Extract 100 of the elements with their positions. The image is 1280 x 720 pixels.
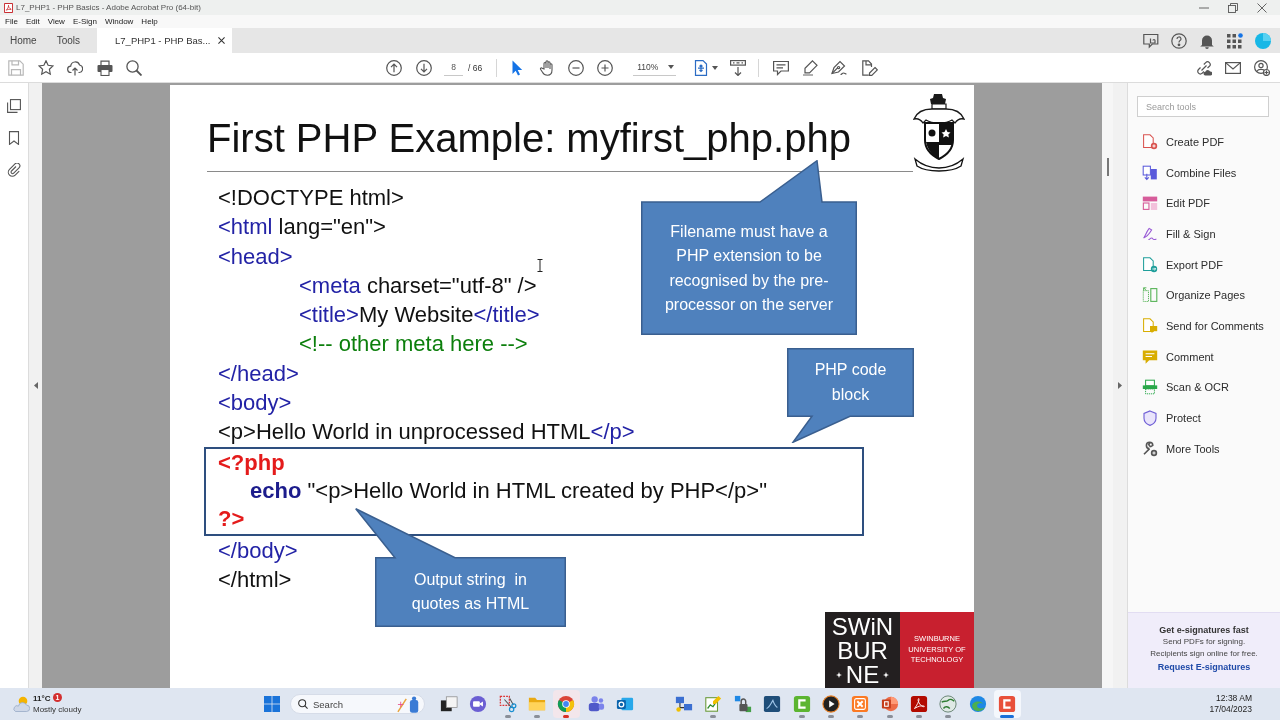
tab[interactable]: Tools: [46, 28, 91, 53]
code-line: <meta charset="utf-8" />: [299, 271, 537, 300]
search-field[interactable]: Search: [313, 698, 373, 710]
menu-item[interactable]: E-Sign: [72, 17, 97, 26]
pages-icon[interactable]: [7, 99, 21, 113]
hand-icon[interactable]: [539, 59, 556, 76]
page-fit-icon: [693, 59, 710, 76]
bracket-tile-icon: [792, 695, 811, 713]
code-line: <p>Hello World in unprocessed HTML</p>: [218, 418, 635, 447]
highlighter-icon[interactable]: [802, 59, 819, 76]
menu-item[interactable]: Window: [104, 17, 134, 26]
code-line: <title>My Website</title>: [299, 301, 540, 330]
pdf-app-icon: [4, 2, 13, 13]
close-icon[interactable]: [218, 37, 226, 44]
search-icon: [298, 699, 308, 709]
page-number-field[interactable]: 8: [444, 59, 463, 76]
link-icon[interactable]: [1196, 59, 1212, 76]
logo-text: SWiN: [831, 615, 894, 639]
paperclip-icon[interactable]: [7, 163, 21, 177]
code-line: <head>: [218, 242, 293, 271]
tool-item[interactable]: Organize Pages: [1128, 280, 1280, 311]
code-line: <body>: [218, 389, 292, 418]
callout-text: PHP code block: [813, 360, 888, 405]
callout-text: Output string in quotes as HTML: [410, 569, 531, 614]
page-display-button[interactable]: [693, 59, 719, 76]
zoom-out-icon[interactable]: [568, 59, 585, 76]
code-line: <html lang="en">: [218, 213, 386, 242]
code-line: <?php: [218, 448, 285, 477]
scanner-icon: [1142, 379, 1158, 396]
tab[interactable]: L7_PHP1 - PHP Bas...: [97, 28, 233, 53]
star-icon[interactable]: [37, 59, 54, 76]
doc-comment-icon: [1142, 318, 1158, 335]
search-tools-field[interactable]: Search tools: [1137, 96, 1269, 117]
code-line: <!-- other meta here -->: [299, 330, 528, 359]
request-link[interactable]: Request E-signatures: [1157, 660, 1251, 675]
comment-icon: [1142, 348, 1158, 365]
tab[interactable]: Home: [0, 28, 47, 53]
promo-text: Send PDFs for signing.: [1162, 636, 1246, 648]
tool-item[interactable]: Create PDF: [1128, 126, 1280, 158]
layout-blocks-icon: [1142, 195, 1158, 212]
menu-item[interactable]: View: [47, 17, 65, 26]
bookmark-icon[interactable]: [7, 131, 21, 145]
text-cursor-icon: [537, 259, 543, 272]
apps-grid-icon[interactable]: [1227, 32, 1243, 49]
tool-item[interactable]: Comment: [1128, 341, 1280, 373]
search-bar[interactable]: Search: [290, 694, 425, 714]
globe-icon: [939, 695, 958, 713]
tool-item[interactable]: More Tools: [1128, 433, 1280, 465]
clock-date[interactable]: 17/04/2023: [1209, 704, 1252, 715]
tool-item[interactable]: Protect: [1128, 402, 1280, 434]
tool-item[interactable]: Combine Files: [1128, 157, 1280, 188]
left-arrow-icon[interactable]: [33, 382, 38, 389]
task-view-icon: [440, 695, 458, 713]
pen-nib-icon[interactable]: [831, 59, 848, 76]
mail-icon[interactable]: [1225, 59, 1241, 76]
pdf-export-icon: [1142, 256, 1158, 273]
feedback-icon[interactable]: [1143, 32, 1159, 49]
start-icon[interactable]: [264, 696, 280, 712]
combine-files-icon: [1142, 164, 1158, 181]
pdf-app-icon: [910, 695, 928, 713]
printer-icon[interactable]: [96, 59, 113, 76]
star-icon: [835, 672, 842, 678]
help-icon[interactable]: [1171, 32, 1187, 49]
close-icon[interactable]: [1257, 2, 1267, 13]
tool-item[interactable]: Export PDF: [1128, 249, 1280, 281]
tool-item[interactable]: Edit PDF: [1128, 187, 1280, 219]
folder-icon: [528, 695, 547, 713]
code-line: </head>: [218, 359, 299, 388]
scissors-icon: [498, 695, 517, 713]
play-icon: [821, 695, 840, 713]
tray-arrow-icon[interactable]: [730, 59, 747, 76]
right-arrow-icon[interactable]: [1118, 382, 1122, 389]
menu-item[interactable]: Help: [141, 17, 158, 26]
menu-item[interactable]: File: [5, 17, 18, 26]
caret-icon: [712, 65, 719, 70]
wrench-add-icon: [1142, 440, 1158, 457]
weather-condition[interactable]: Mostly cloudy: [33, 703, 82, 715]
add-user-icon[interactable]: [1254, 59, 1270, 76]
search-icon[interactable]: [126, 59, 142, 76]
chevron-tile-icon: [763, 695, 782, 713]
scrollbar-thumb[interactable]: [1107, 158, 1109, 176]
zoom-in-icon[interactable]: [597, 59, 614, 76]
caret-icon: [668, 65, 675, 69]
tool-item[interactable]: Scan & OCR: [1128, 372, 1280, 403]
doc-pen-icon[interactable]: [862, 59, 879, 76]
slide-title: First PHP Example: myfirst_php.php: [207, 116, 851, 160]
chart-edit-icon: [704, 695, 723, 713]
cloud-upload-icon[interactable]: [67, 59, 83, 76]
weather-temperature[interactable]: 11°C: [33, 693, 51, 704]
logo-text: NE: [845, 663, 880, 687]
zoom-dropdown[interactable]: 110%: [633, 59, 677, 76]
code-line: <!DOCTYPE html>: [218, 184, 404, 212]
menu-item[interactable]: Edit: [25, 17, 40, 26]
clock-time[interactable]: 12:38 AM: [1216, 693, 1252, 704]
comment-icon[interactable]: [773, 59, 790, 76]
tool-item[interactable]: Send for Comments: [1128, 310, 1280, 342]
code-line: </body>: [218, 536, 298, 565]
restore-icon[interactable]: [1228, 2, 1238, 13]
code-line: ?>: [218, 505, 245, 534]
tool-item[interactable]: Fill & Sign: [1128, 218, 1280, 250]
